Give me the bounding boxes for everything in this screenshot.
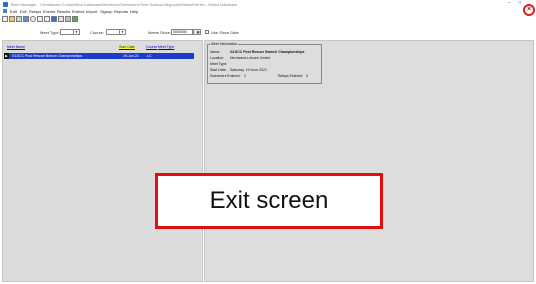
chevron-down-icon: ▼ [73,30,78,34]
cell-start-date: 19-Jun-21 [123,54,139,58]
menu-exit[interactable]: Exit [20,9,27,14]
swimmer-icon[interactable] [23,16,29,22]
column-start-date[interactable]: Start Date [119,45,135,49]
column-meet-type[interactable]: Meet Type [158,45,174,49]
maximize-button[interactable]: □ [518,0,521,6]
clock-icon[interactable] [30,16,36,22]
list-icon[interactable] [44,16,50,22]
menu-entries[interactable]: Entries [72,9,84,14]
menu-edit[interactable]: Edit [10,9,17,14]
cell-meet-name: GLSCC Pool Rescue Branch Championships [12,54,83,58]
location-label: Location: [210,56,225,60]
menu-help[interactable]: Help [130,9,138,14]
exit-screen-text: Exit screen [209,187,329,214]
close-button[interactable]: × [523,4,535,16]
window-title: Team Manager - Centralized Competition D… [10,1,238,7]
meets-grid-panel [2,40,203,282]
location-value: Nerriwarra Leisure Centre [230,56,271,60]
menu-relays[interactable]: Relays [29,9,41,14]
menu-app-icon[interactable] [3,9,7,13]
column-course[interactable]: Course [146,45,157,49]
chart-icon[interactable] [72,16,78,22]
menu-signup[interactable]: Signup [100,9,112,14]
meet-information-legend: Meet Information [210,42,239,46]
meets-since-value: 00/00/00 [173,30,187,34]
menu-bar: Edit Exit Relays Events Results Entries … [0,8,520,15]
swimmers-entered-value: 2 [244,74,246,78]
grid-header: Meet Name Start Date Course Meet Type [3,45,199,50]
minimize-button[interactable]: – [508,0,511,6]
start-date-value: Saturday, 19 June 2021 [230,68,267,72]
name-value: GLSCC Pool Rescue Branch Championships [230,50,305,54]
menu-results[interactable]: Results [57,9,70,14]
app-icon [3,1,8,7]
cut-icon[interactable] [16,16,22,22]
relays-entered-value: 0 [306,74,308,78]
filter-bar: Meet Type: ▼ Course: ▼ Meets Since: 00/0… [0,27,536,37]
new-icon[interactable] [2,16,8,22]
print-icon[interactable] [65,16,71,22]
course-label: Course: [90,30,105,35]
course-select[interactable]: ▼ [106,29,126,35]
chevron-down-icon: ▼ [119,30,124,34]
open-folder-icon[interactable] [9,16,15,22]
column-meet-name[interactable]: Meet Name [7,45,25,49]
menu-reports[interactable]: Reports [114,9,128,14]
menu-events[interactable]: Events [43,9,55,14]
relays-entered-label: Relays Entered: [278,74,303,78]
menu-import[interactable]: Import [86,9,97,14]
use-since-label: Use Since Date [211,30,239,35]
name-label: Name: [210,50,221,54]
meet-type-label: Meet Type: [40,30,60,35]
row-selector-icon: ▶ [4,53,9,59]
help-icon[interactable] [51,16,57,22]
calendar-button[interactable]: ▦ [193,29,201,35]
cell-course: LC [147,54,152,58]
calendar-icon: ▦ [196,30,200,34]
grid-icon[interactable] [37,16,43,22]
meets-since-label: Meets Since: [148,30,172,35]
toolbar [0,15,520,24]
meet-information-box: Name: GLSCC Pool Rescue Branch Champions… [207,44,322,84]
table-row[interactable]: ▶ GLSCC Pool Rescue Branch Championships… [4,53,194,59]
save-icon[interactable] [58,16,64,22]
exit-screen-callout: Exit screen [155,173,383,229]
meet-type-select[interactable]: ▼ [60,29,80,35]
start-date-label: Start Date: [210,68,227,72]
meet-type-info-label: Meet Type: [210,62,228,66]
swimmers-entered-label: Swimmers Entered: [210,74,241,78]
meets-since-date[interactable]: 00/00/00 [171,29,193,35]
use-since-checkbox[interactable] [205,30,209,34]
title-bar: Team Manager - Centralized Competition D… [0,0,536,8]
